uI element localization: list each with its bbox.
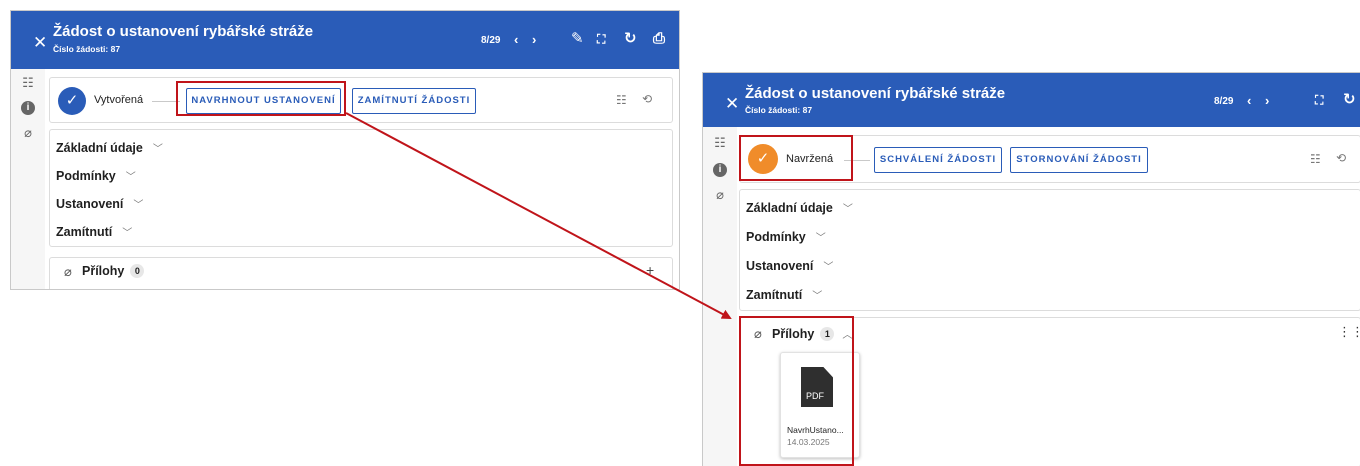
flow-arrow [345, 112, 732, 319]
arrow-overlay [345, 112, 732, 319]
